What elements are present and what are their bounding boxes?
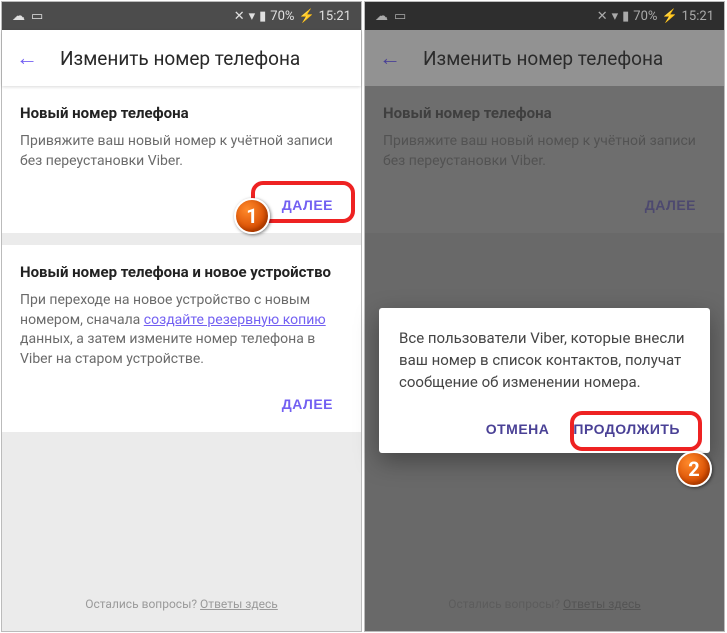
content-area: Новый номер телефона Привяжите ваш новый… xyxy=(2,86,361,631)
cloud-icon: ☁ xyxy=(375,9,388,24)
card-new-device: Новый номер телефона и новое устройство … xyxy=(2,245,361,431)
signal-icon: ▮ xyxy=(259,9,266,24)
wifi-icon: ▾ xyxy=(612,9,619,24)
card2-desc: При переходе на новое устройство с новым… xyxy=(20,291,343,369)
clock-label: 15:21 xyxy=(682,9,714,24)
app-bar-title: Изменить номер телефона xyxy=(423,47,663,70)
annotation-badge-1: 1 xyxy=(234,198,270,234)
footer: Остались вопросы? Ответы здесь xyxy=(2,583,361,631)
next-button-card2[interactable]: ДАЛЕЕ xyxy=(272,388,343,420)
card1-desc: Привяжите ваш новый номер к учётной запи… xyxy=(20,132,343,171)
card1-title: Новый номер телефона xyxy=(20,104,343,122)
footer-answers-link[interactable]: Ответы здесь xyxy=(200,597,278,611)
dialog-text: Все пользователи Viber, которые внесли в… xyxy=(399,328,690,393)
signal-icon: ▮ xyxy=(622,9,629,24)
app-bar: ← Изменить номер телефона xyxy=(365,30,724,86)
image-icon: ▭ xyxy=(394,9,406,24)
backup-link[interactable]: создайте резервную копию xyxy=(144,312,326,328)
charging-icon: ⚡ xyxy=(661,9,677,24)
status-bar: ☁ ▭ ✕ ▾ ▮ 70% ⚡ 15:21 xyxy=(2,2,361,30)
clock-label: 15:21 xyxy=(319,9,351,24)
phone-screenshot-left: ☁ ▭ ✕ ▾ ▮ 70% ⚡ 15:21 ← Изменить номер т… xyxy=(1,1,362,632)
continue-button[interactable]: ПРОДОЛЖИТЬ xyxy=(563,413,690,445)
status-bar: ☁ ▭ ✕ ▾ ▮ 70% ⚡ 15:21 xyxy=(365,2,724,30)
next-button-card1[interactable]: ДАЛЕЕ xyxy=(272,189,343,221)
back-arrow-icon[interactable]: ← xyxy=(16,45,38,71)
confirm-dialog: Все пользователи Viber, которые внесли в… xyxy=(379,308,710,453)
image-icon: ▭ xyxy=(31,9,43,24)
app-bar: ← Изменить номер телефона xyxy=(2,30,361,86)
annotation-badge-2: 2 xyxy=(676,451,712,487)
card-new-number: Новый номер телефона Привяжите ваш новый… xyxy=(2,86,361,233)
card2-title: Новый номер телефона и новое устройство xyxy=(20,263,343,281)
cloud-icon: ☁ xyxy=(12,9,25,24)
charging-icon: ⚡ xyxy=(298,9,314,24)
vibrate-icon: ✕ xyxy=(234,9,245,24)
wifi-icon: ▾ xyxy=(249,9,256,24)
content-area: Новый номер телефона Привяжите ваш новый… xyxy=(365,86,724,631)
battery-label: 70% xyxy=(270,9,294,24)
back-arrow-icon[interactable]: ← xyxy=(379,45,401,71)
app-bar-title: Изменить номер телефона xyxy=(60,47,300,70)
footer-question: Остались вопросы? xyxy=(85,597,200,611)
battery-label: 70% xyxy=(633,9,657,24)
phone-screenshot-right: ☁ ▭ ✕ ▾ ▮ 70% ⚡ 15:21 ← Изменить номер т… xyxy=(364,1,725,632)
cancel-button[interactable]: ОТМЕНА xyxy=(476,413,560,445)
vibrate-icon: ✕ xyxy=(597,9,608,24)
